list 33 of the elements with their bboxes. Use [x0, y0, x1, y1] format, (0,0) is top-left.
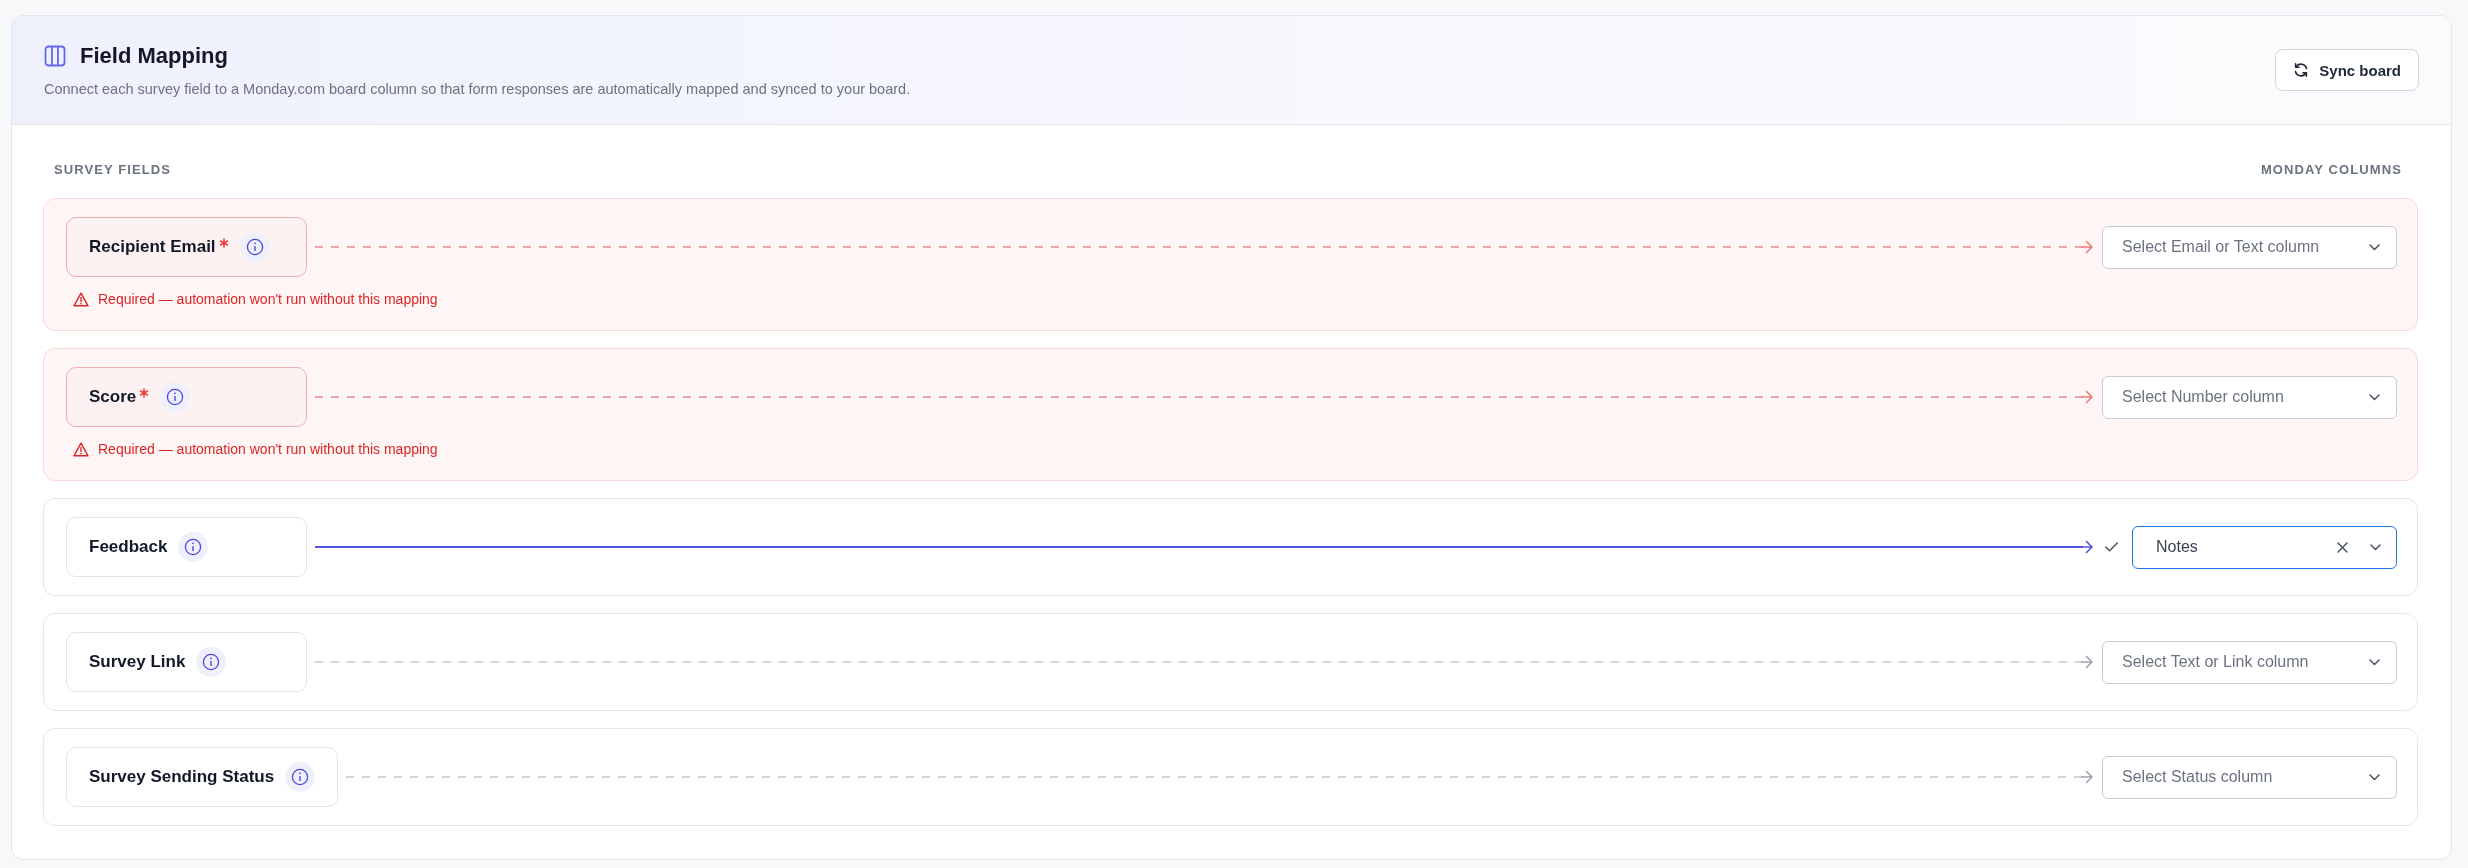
- field-label: Survey Link: [89, 652, 186, 672]
- warning-message: Required — automation won't run without this mapping: [98, 441, 438, 457]
- field-label: Feedback: [89, 537, 168, 557]
- panel-title: Field Mapping: [80, 41, 228, 70]
- chevron-down-icon[interactable]: [2369, 393, 2380, 401]
- info-icon[interactable]: [196, 647, 227, 677]
- info-icon[interactable]: [239, 232, 270, 262]
- column-select[interactable]: Notes: [2132, 525, 2397, 569]
- chevron-down-icon[interactable]: [2369, 243, 2380, 251]
- chevron-down-icon[interactable]: [2370, 543, 2381, 551]
- field-label: Recipient Email: [89, 237, 216, 257]
- chevron-down-icon[interactable]: [2369, 658, 2380, 666]
- chevron-down-icon[interactable]: [2369, 773, 2380, 781]
- column-select[interactable]: Select Number column: [2102, 375, 2397, 419]
- info-icon[interactable]: [160, 382, 191, 412]
- column-select[interactable]: Select Email or Text column: [2102, 225, 2397, 269]
- warning-triangle-icon: [73, 441, 89, 457]
- field-label: Score: [89, 387, 137, 407]
- column-select[interactable]: Select Text or Link column: [2102, 640, 2397, 684]
- info-icon[interactable]: [178, 532, 209, 562]
- columns-icon: [44, 44, 66, 67]
- warning-message: Required — automation won't run without this mapping: [98, 291, 438, 307]
- close-icon[interactable]: [2337, 541, 2348, 553]
- check-icon: [2105, 542, 2118, 552]
- column-heading: SURVEY FIELDS: [54, 162, 172, 178]
- column-heading: MONDAY COLUMNS: [2260, 162, 2402, 178]
- info-icon[interactable]: [285, 762, 316, 792]
- warning-triangle-icon: [73, 291, 89, 307]
- column-select[interactable]: Select Status column: [2102, 755, 2397, 799]
- panel-description: Connect each survey field to a Monday.com board column so that form responses are automatically mapped and synced to your board.: [44, 79, 911, 99]
- refresh-icon: [2293, 62, 2310, 78]
- field-label: Survey Sending Status: [89, 767, 275, 787]
- sync-board-button[interactable]: Sync board: [2275, 49, 2419, 91]
